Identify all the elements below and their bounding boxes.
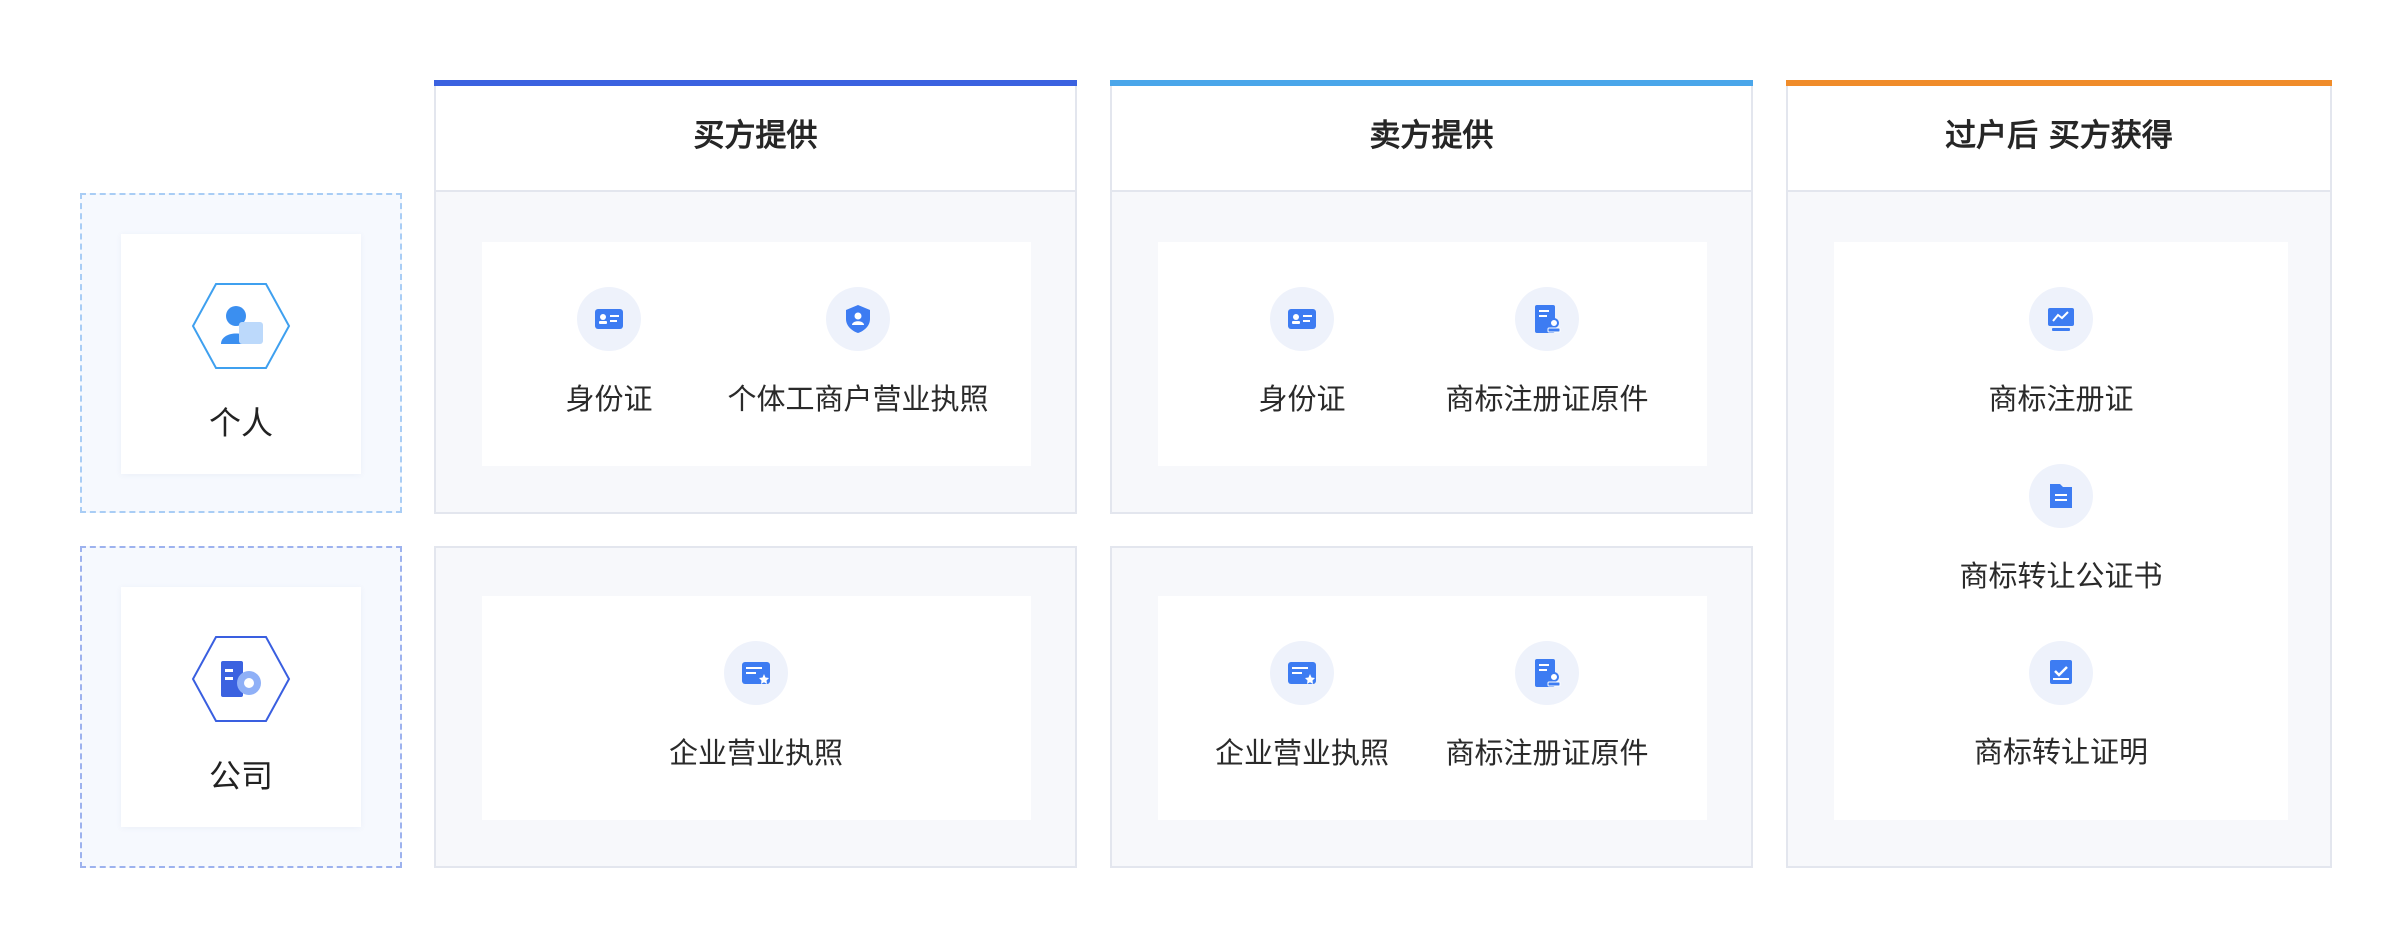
cell-card: 商标注册证 商标转让公证书 商标转让证明 (1834, 242, 2288, 820)
icon-bg (1270, 287, 1334, 351)
cell-seller-personal: 身份证 商标注册证原件 (1110, 190, 1753, 514)
personal-card: 个人 (121, 234, 361, 474)
column-title: 卖方提供 (1369, 118, 1494, 154)
document-label: 身份证 (1258, 382, 1346, 416)
document-label: 身份证 (565, 382, 653, 416)
icon-bg (2029, 464, 2093, 528)
document-label: 商标转让证明 (1973, 735, 2149, 769)
folder-doc-icon (2050, 484, 2072, 508)
icon-bg (1515, 287, 1579, 351)
document-stamp-icon (1535, 305, 1561, 333)
document-label: 企业营业执照 (668, 736, 844, 770)
person-icon (191, 283, 291, 369)
accent-bar (1110, 80, 1753, 86)
accent-bar (434, 80, 1077, 86)
certificate-chart-icon (2048, 308, 2074, 331)
column-title: 买方提供 (693, 118, 818, 154)
cell-after-transfer: 商标注册证 商标转让公证书 商标转让证明 (1786, 190, 2332, 868)
icon-bg (1515, 641, 1579, 705)
icon-bg (724, 641, 788, 705)
document-label: 企业营业执照 (1214, 736, 1390, 770)
cell-card: 企业营业执照 (482, 596, 1031, 820)
company-icon (191, 636, 291, 722)
cell-card: 身份证 个体工商户营业执照 (482, 242, 1031, 466)
license-star-icon (742, 662, 770, 684)
cell-card: 身份证 商标注册证原件 (1158, 242, 1707, 466)
icon-bg (2029, 641, 2093, 705)
icon-bg (577, 287, 641, 351)
document-label: 商标转让公证书 (1959, 559, 2163, 593)
row-company: 公司 (80, 546, 402, 868)
row-personal: 个人 (80, 193, 402, 513)
document-label: 个体工商户营业执照 (727, 382, 989, 416)
id-card-icon (1288, 309, 1316, 329)
license-star-icon (1288, 662, 1316, 684)
column-header-buyer: 买方提供 (434, 80, 1077, 192)
shield-badge-icon (846, 305, 870, 333)
column-title: 过户后 买方获得 (1945, 118, 2173, 154)
icon-bg (826, 287, 890, 351)
document-stamp-icon (1535, 659, 1561, 687)
cell-buyer-personal: 身份证 个体工商户营业执照 (434, 190, 1077, 514)
icon-bg (2029, 287, 2093, 351)
company-card: 公司 (121, 587, 361, 827)
column-header-seller: 卖方提供 (1110, 80, 1753, 192)
cell-seller-company: 企业营业执照 商标注册证原件 (1110, 546, 1753, 868)
icon-bg (1270, 641, 1334, 705)
column-header-after: 过户后 买方获得 (1786, 80, 2332, 192)
document-label: 商标注册证 (1988, 382, 2134, 416)
document-label: 商标注册证原件 (1445, 736, 1649, 770)
accent-bar (1786, 80, 2332, 86)
row-label-personal: 个人 (208, 404, 273, 442)
cell-card: 企业营业执照 商标注册证原件 (1158, 596, 1707, 820)
row-label-company: 公司 (208, 757, 273, 795)
id-card-icon (595, 309, 623, 329)
cell-buyer-company: 企业营业执照 (434, 546, 1077, 868)
checked-doc-icon (2050, 660, 2072, 684)
document-label: 商标注册证原件 (1445, 382, 1649, 416)
